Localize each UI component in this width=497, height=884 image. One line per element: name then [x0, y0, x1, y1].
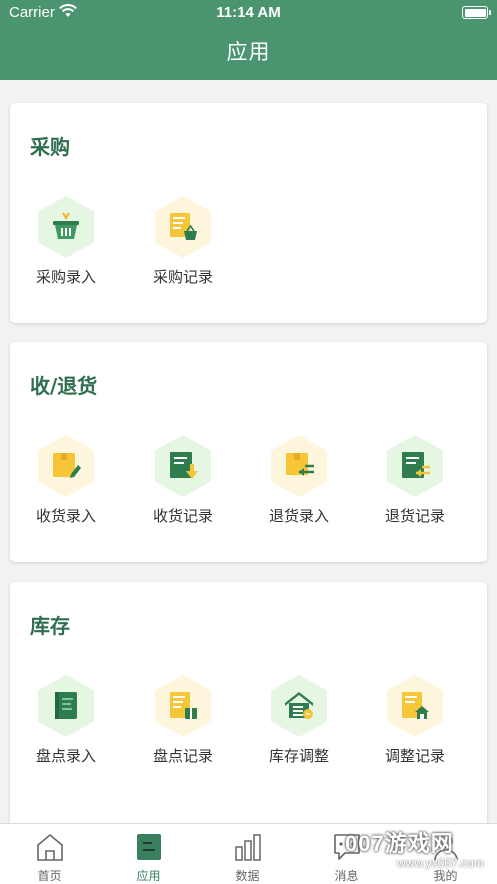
stocktake-entry-icon	[38, 675, 94, 737]
tile-label: 收货录入	[35, 507, 96, 525]
section-title: 采购	[30, 135, 70, 159]
section-title: 库存	[30, 614, 70, 638]
status-bar: Carrier 11:14 AM	[0, 0, 497, 26]
tab-data[interactable]: 数据	[198, 824, 297, 884]
battery-icon	[462, 6, 491, 19]
purchase-record-icon	[155, 196, 211, 258]
warehouse-adjust-icon	[271, 675, 327, 737]
section-purchase: 采购 采购录入 采购记录	[10, 103, 487, 323]
tile-label: 盘点录入	[35, 747, 96, 765]
tab-apps[interactable]: 应用	[99, 824, 198, 884]
tile-label: 退货录入	[268, 507, 329, 525]
section-inventory: 库存 盘点录入 盘点记录 库存调整 调整记录	[10, 582, 487, 842]
clock: 11:14 AM	[216, 4, 281, 21]
watermark-url: www.yx007.com	[397, 856, 484, 870]
return-record-icon	[387, 435, 443, 497]
apps-icon	[137, 834, 161, 860]
section-title: 收/退货	[30, 374, 98, 398]
tile-label: 收货记录	[152, 507, 213, 525]
page-title: 应用	[226, 40, 271, 64]
watermark-text: 007游戏网	[345, 831, 454, 856]
stocktake-record-icon	[155, 675, 211, 737]
basket-icon	[38, 196, 94, 258]
header: Carrier 11:14 AM 应用	[0, 0, 497, 80]
tile-label: 退货记录	[384, 507, 445, 525]
watermark: 007游戏网 www.yx007.com	[345, 826, 484, 870]
tile-label: 库存调整	[268, 747, 329, 765]
receive-record-icon	[155, 435, 211, 497]
home-icon	[37, 833, 63, 861]
tile-label: 盘点记录	[152, 747, 213, 765]
tab-label: 应用	[136, 869, 161, 883]
tab-home[interactable]: 首页	[0, 824, 99, 884]
tile-label: 调整记录	[384, 747, 445, 765]
tab-label: 首页	[37, 869, 62, 883]
tab-label: 数据	[235, 869, 260, 883]
tile-label: 采购录入	[35, 268, 96, 286]
bar-chart-icon	[235, 834, 261, 861]
receive-entry-icon	[38, 435, 94, 497]
tile-label: 采购记录	[152, 268, 213, 286]
section-receive-return: 收/退货 收货录入 收货记录 退货录入 退货记录	[10, 342, 487, 562]
adjust-record-icon	[387, 675, 443, 737]
return-entry-icon	[271, 435, 327, 497]
